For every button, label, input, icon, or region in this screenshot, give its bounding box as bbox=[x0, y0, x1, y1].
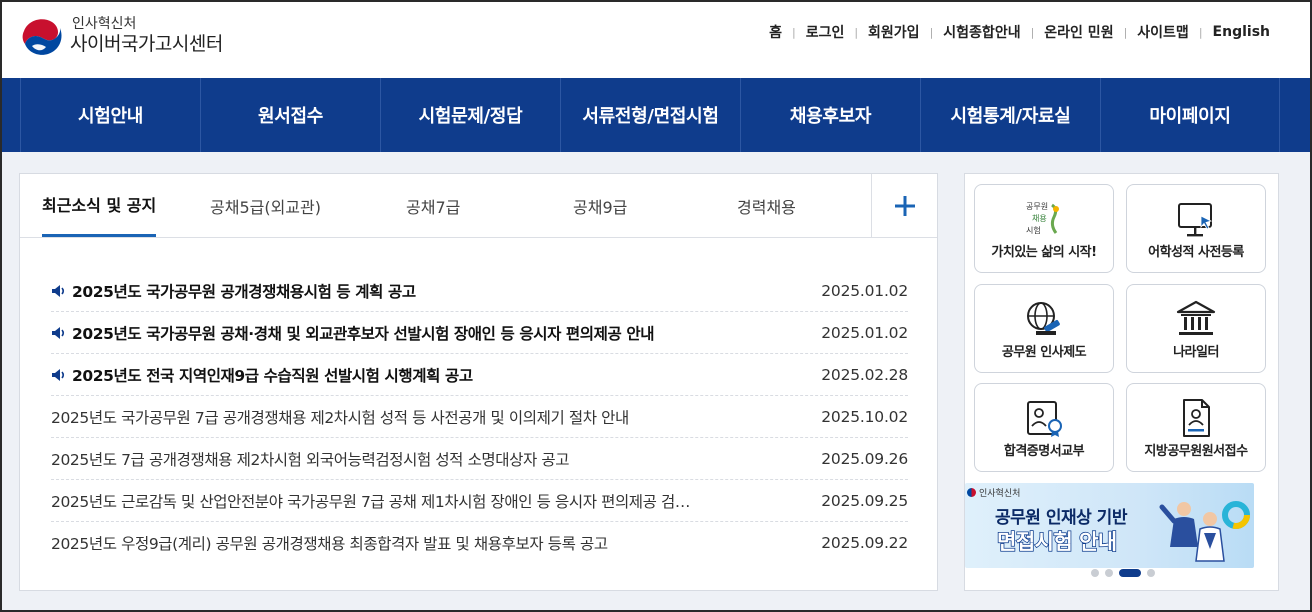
plus-icon bbox=[894, 196, 915, 216]
list-item[interactable]: 2025년도 국가공무원 공채·경채 및 외교관후보자 선발시험 장애인 등 응… bbox=[51, 312, 908, 354]
list-item[interactable]: 2025년도 근로감독 및 산업안전분야 국가공무원 7급 공채 제1차시험 장… bbox=[51, 480, 908, 522]
util-link-home[interactable]: 홈 bbox=[769, 22, 782, 42]
nav-item-exam-info[interactable]: 시험안내 bbox=[20, 78, 200, 152]
notice-date: 2025.09.25 bbox=[821, 491, 908, 510]
notice-list: 2025년도 국가공무원 공개경쟁채용시험 등 계획 공고 2025.01.02… bbox=[51, 270, 908, 564]
notice-panel: 최근소식 및 공지 공채5급(외교관) 공채7급 공채9급 경력채용 2025년… bbox=[19, 173, 938, 591]
list-item[interactable]: 2025년도 국가공무원 7급 공개경쟁채용 제2차시험 성적 등 사전공개 및… bbox=[51, 396, 908, 438]
quick-link-label: 나라일터 bbox=[1173, 345, 1219, 360]
monitor-cursor-icon bbox=[1178, 203, 1213, 237]
notice-tabs: 최근소식 및 공지 공채5급(외교관) 공채7급 공채9급 경력채용 bbox=[20, 174, 937, 238]
divider: | bbox=[791, 25, 796, 39]
nav-item-application[interactable]: 원서접수 bbox=[200, 78, 380, 152]
main-nav: 시험안내 원서접수 시험문제/정답 서류전형/면접시험 채용후보자 시험통계/자… bbox=[0, 78, 1312, 152]
logo-org-name: 인사혁신처 bbox=[72, 16, 137, 32]
svg-text:공무원: 공무원 bbox=[1026, 202, 1048, 211]
divider: | bbox=[1198, 25, 1203, 39]
taegeuk-logo-icon bbox=[20, 14, 64, 58]
util-link-login[interactable]: 로그인 bbox=[806, 22, 845, 42]
divider: | bbox=[1030, 25, 1035, 39]
nav-item-statistics[interactable]: 시험통계/자료실 bbox=[920, 78, 1100, 152]
nav-item-questions-answers[interactable]: 시험문제/정답 bbox=[380, 78, 560, 152]
tab-grade7[interactable]: 공채7급 bbox=[406, 174, 460, 238]
divider: | bbox=[854, 25, 859, 39]
megaphone-icon bbox=[52, 284, 65, 297]
site-logo[interactable]: 인사혁신처 사이버국가고시센터 bbox=[20, 14, 223, 58]
notice-date: 2025.01.02 bbox=[821, 281, 908, 300]
notice-title: 2025년도 7급 공개경쟁채용 제2차시험 외국어능력검정시험 성적 소명대상… bbox=[51, 450, 570, 469]
notice-title-wrap: 2025년도 전국 지역인재9급 수습직원 선발시험 시행계획 공고 bbox=[51, 364, 473, 386]
people-illustration-icon bbox=[1159, 501, 1250, 562]
notice-title: 2025년도 전국 지역인재9급 수습직원 선발시험 시행계획 공고 bbox=[72, 366, 473, 385]
quick-link-label: 공무원 인사제도 bbox=[1001, 345, 1087, 360]
quick-links-panel: 공무원 채용 시험 가치있는 삶의 시작! 어학성적 사전등록 공무원 인사제도 bbox=[964, 173, 1279, 591]
list-item[interactable]: 2025년도 전국 지역인재9급 수습직원 선발시험 시행계획 공고 2025.… bbox=[51, 354, 908, 396]
util-link-online-petition[interactable]: 온라인 민원 bbox=[1044, 22, 1113, 42]
carousel-dot[interactable] bbox=[1146, 569, 1155, 577]
util-link-sitemap[interactable]: 사이트맵 bbox=[1137, 22, 1189, 42]
list-item[interactable]: 2025년도 7급 공개경쟁채용 제2차시험 외국어능력검정시험 성적 소명대상… bbox=[51, 438, 908, 480]
quick-link-language-score[interactable]: 어학성적 사전등록 bbox=[1126, 184, 1266, 273]
notice-title: 2025년도 우정9급(계리) 공무원 공개경쟁채용 최종합격자 발표 및 채용… bbox=[51, 535, 608, 553]
svg-text:시험: 시험 bbox=[1026, 226, 1041, 235]
banner-org: 인사혁신처 bbox=[967, 486, 1020, 499]
site-header: 인사혁신처 사이버국가고시센터 홈 | 로그인 | 회원가입 | 시험종합안내 … bbox=[0, 0, 1312, 78]
notice-title: 2025년도 국가공무원 7급 공개경쟁채용 제2차시험 성적 등 사전공개 및… bbox=[51, 408, 629, 427]
quick-link-label: 가치있는 삶의 시작! bbox=[991, 245, 1097, 260]
quick-link-label: 어학성적 사전등록 bbox=[1148, 245, 1244, 260]
notice-date: 2025.01.02 bbox=[821, 323, 908, 342]
notice-date: 2025.02.28 bbox=[821, 365, 908, 384]
notice-date: 2025.09.26 bbox=[821, 449, 908, 468]
government-building-icon bbox=[1176, 300, 1216, 335]
quick-link-personnel-system[interactable]: 공무원 인사제도 bbox=[974, 284, 1114, 373]
carousel-dot[interactable] bbox=[1090, 569, 1099, 577]
interview-banner[interactable]: 인사혁신처 공무원 인재상 기반 면접시험 안내 bbox=[965, 483, 1254, 568]
util-link-signup[interactable]: 회원가입 bbox=[868, 22, 920, 42]
list-item[interactable]: 2025년도 우정9급(계리) 공무원 공개경쟁채용 최종합격자 발표 및 채용… bbox=[51, 522, 908, 564]
quick-link-label: 합격증명서교부 bbox=[1003, 444, 1085, 459]
quick-link-local-application[interactable]: 지방공무원원서접수 bbox=[1126, 383, 1266, 472]
logo-site-name: 사이버국가고시센터 bbox=[70, 33, 223, 55]
megaphone-icon bbox=[52, 326, 65, 339]
quick-link-certificate[interactable]: 합격증명서교부 bbox=[974, 383, 1114, 472]
nav-item-document-interview[interactable]: 서류전형/면접시험 bbox=[560, 78, 740, 152]
notice-title-wrap: 2025년도 국가공무원 공채·경채 및 외교관후보자 선발시험 장애인 등 응… bbox=[51, 322, 654, 344]
nav-item-mypage[interactable]: 마이페이지 bbox=[1100, 78, 1280, 152]
taegeuk-dot-icon bbox=[967, 488, 976, 497]
notice-title-wrap: 2025년도 국가공무원 공개경쟁채용시험 등 계획 공고 bbox=[51, 280, 416, 302]
banner-org-text: 인사혁신처 bbox=[979, 489, 1021, 499]
notice-date: 2025.10.02 bbox=[821, 407, 908, 426]
tab-grade9[interactable]: 공채9급 bbox=[573, 174, 627, 238]
megaphone-icon bbox=[52, 368, 65, 381]
util-link-english[interactable]: English bbox=[1213, 24, 1270, 40]
nav-item-candidates[interactable]: 채용후보자 bbox=[740, 78, 920, 152]
divider: | bbox=[929, 25, 934, 39]
carousel-dot-active[interactable] bbox=[1118, 569, 1141, 577]
notice-title: 2025년도 국가공무원 공채·경채 및 외교관후보자 선발시험 장애인 등 응… bbox=[72, 324, 655, 343]
public-servant-logo-icon: 공무원 채용 시험 bbox=[1026, 202, 1059, 235]
banner-title-line2: 면접시험 안내 bbox=[996, 529, 1118, 555]
quick-link-public-servant[interactable]: 공무원 채용 시험 가치있는 삶의 시작! bbox=[974, 184, 1114, 273]
svg-text:채용: 채용 bbox=[1032, 213, 1047, 223]
document-person-icon bbox=[1183, 399, 1210, 437]
util-link-exam-guide[interactable]: 시험종합안내 bbox=[943, 22, 1020, 42]
certificate-icon bbox=[1027, 401, 1062, 437]
globe-gavel-icon bbox=[1027, 302, 1060, 335]
tab-career[interactable]: 경력채용 bbox=[737, 174, 796, 238]
notice-date: 2025.09.22 bbox=[821, 534, 908, 552]
tab-recent-news[interactable]: 최근소식 및 공지 bbox=[42, 174, 157, 237]
banner-title-line1: 공무원 인재상 기반 bbox=[995, 508, 1127, 528]
more-button[interactable] bbox=[871, 174, 937, 238]
carousel-dot[interactable] bbox=[1104, 569, 1113, 577]
list-item[interactable]: 2025년도 국가공무원 공개경쟁채용시험 등 계획 공고 2025.01.02 bbox=[51, 270, 908, 312]
tab-grade5-diplomat[interactable]: 공채5급(외교관) bbox=[210, 174, 321, 238]
notice-title: 2025년도 근로감독 및 산업안전분야 국가공무원 7급 공채 제1차시험 장… bbox=[51, 492, 691, 511]
quick-link-nara-ilteo[interactable]: 나라일터 bbox=[1126, 284, 1266, 373]
quick-link-label: 지방공무원원서접수 bbox=[1144, 444, 1248, 459]
divider: | bbox=[1123, 25, 1128, 39]
notice-title: 2025년도 국가공무원 공개경쟁채용시험 등 계획 공고 bbox=[72, 282, 416, 301]
carousel-dots bbox=[965, 569, 1280, 577]
utility-links: 홈 | 로그인 | 회원가입 | 시험종합안내 | 온라인 민원 | 사이트맵 … bbox=[769, 22, 1270, 42]
